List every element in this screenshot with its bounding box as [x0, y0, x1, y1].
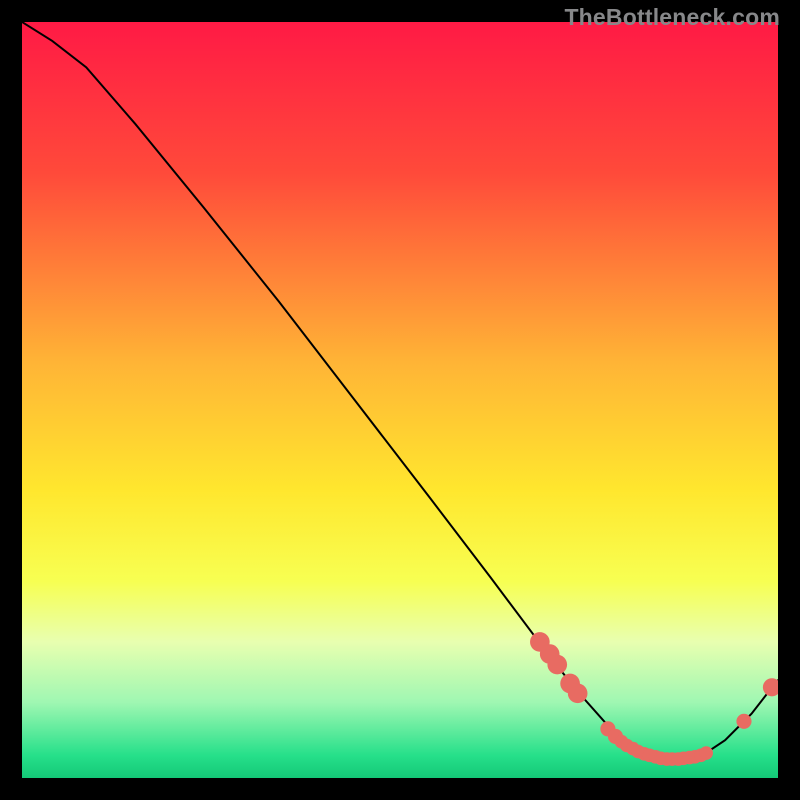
- curve-marker: [699, 746, 713, 760]
- chart-stage: TheBottleneck.com: [0, 0, 800, 800]
- curve-marker: [547, 655, 567, 675]
- gradient-background: [22, 22, 778, 778]
- watermark-text: TheBottleneck.com: [564, 4, 780, 31]
- bottleneck-chart: [22, 22, 778, 778]
- curve-marker: [736, 714, 751, 729]
- curve-marker: [568, 684, 588, 704]
